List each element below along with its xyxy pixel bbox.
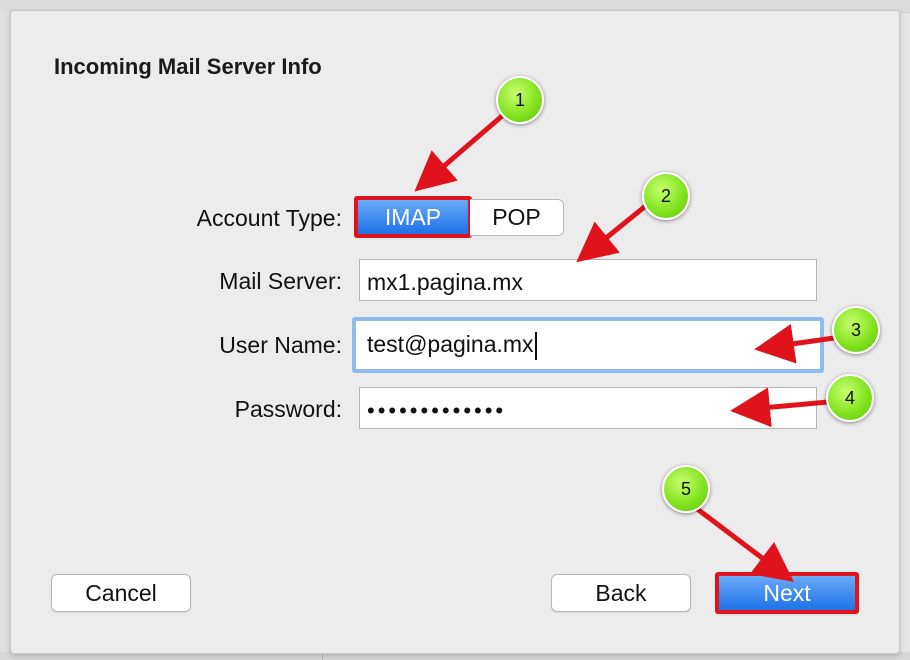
account-type-pop-option[interactable]: POP	[470, 199, 564, 236]
mail-server-input[interactable]: mx1.pagina.mx	[359, 259, 817, 301]
password-input[interactable]: •••••••••••••	[359, 387, 817, 429]
step-marker-4: 4	[826, 374, 874, 422]
cancel-button[interactable]: Cancel	[51, 574, 191, 612]
user-name-value: test@pagina.mx	[367, 331, 534, 357]
text-caret	[534, 331, 537, 360]
step-marker-1: 1	[496, 76, 544, 124]
mail-server-label: Mail Server:	[219, 268, 342, 294]
account-type-label: Account Type:	[196, 205, 342, 231]
password-masked-value: •••••••••••••	[367, 398, 507, 423]
mail-server-value: mx1.pagina.mx	[367, 269, 523, 295]
step-marker-2: 2	[642, 172, 690, 220]
step-marker-5: 5	[662, 465, 710, 513]
back-button[interactable]: Back	[551, 574, 691, 612]
step-marker-3: 3	[832, 306, 880, 354]
account-type-segmented-control: IMAP POP	[354, 196, 564, 238]
password-label: Password:	[234, 396, 342, 422]
account-type-imap-option[interactable]: IMAP	[354, 196, 472, 238]
dialog-title: Incoming Mail Server Info	[54, 54, 322, 79]
next-button[interactable]: Next	[715, 572, 859, 614]
user-name-input[interactable]: test@pagina.mx	[352, 317, 824, 373]
user-name-label: User Name:	[219, 332, 342, 358]
